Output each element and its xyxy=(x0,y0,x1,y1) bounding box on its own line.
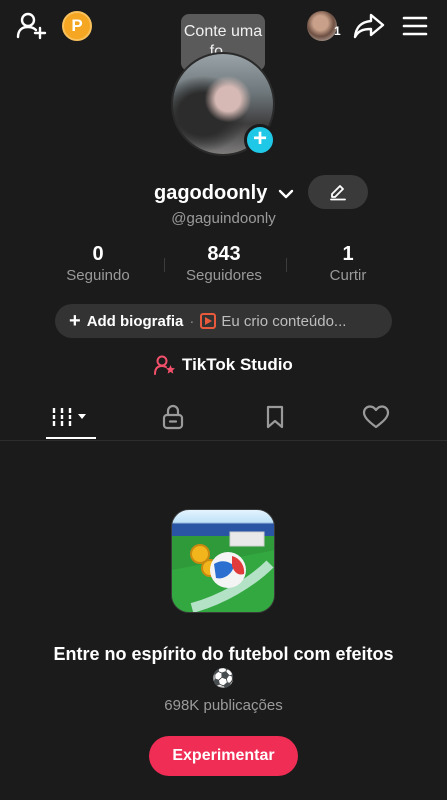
bookmark-icon xyxy=(266,405,284,429)
bio-separator: · xyxy=(189,312,195,330)
tab-liked[interactable] xyxy=(346,398,406,436)
promo-effect-image[interactable] xyxy=(171,509,275,613)
username: @gaguindoonly xyxy=(171,210,276,227)
creator-category-label[interactable]: Eu crio conteúdo... xyxy=(221,313,346,330)
edit-profile-button[interactable] xyxy=(308,175,368,209)
stat-likes[interactable]: 1 Curtir xyxy=(288,243,408,284)
active-tab-indicator xyxy=(46,437,96,439)
stat-followers[interactable]: 843 Seguidores xyxy=(164,243,284,284)
tab-private[interactable] xyxy=(143,398,203,436)
pencil-icon xyxy=(330,185,346,201)
promo-title: Entre no espírito do futebol com efeitos… xyxy=(53,644,394,688)
share-icon[interactable] xyxy=(352,10,386,42)
try-effect-button[interactable]: Experimentar xyxy=(149,736,298,776)
avatar-add-button[interactable]: + xyxy=(244,124,276,156)
chevron-down-icon[interactable] xyxy=(277,186,295,202)
likes-count: 1 xyxy=(342,243,354,265)
studio-icon xyxy=(154,355,175,375)
following-count: 0 xyxy=(92,243,104,265)
stat-divider xyxy=(286,258,287,272)
stat-following[interactable]: 0 Seguindo xyxy=(38,243,158,284)
plus-icon: + xyxy=(69,310,81,332)
heart-icon xyxy=(362,405,390,429)
add-bio-label[interactable]: Add biografia xyxy=(87,313,184,330)
display-name[interactable]: gagodoonly xyxy=(154,182,267,205)
tiktok-studio-link[interactable]: TikTok Studio xyxy=(154,355,293,375)
following-label: Seguindo xyxy=(66,267,130,284)
tab-saved[interactable] xyxy=(245,398,305,436)
likes-label: Curtir xyxy=(329,267,367,284)
tab-divider xyxy=(0,440,447,441)
story-count-badge: 1 xyxy=(334,24,341,38)
coin-icon[interactable]: P xyxy=(62,11,92,41)
play-icon xyxy=(200,313,217,329)
lock-icon xyxy=(162,404,184,430)
add-friend-icon[interactable] xyxy=(14,10,50,42)
studio-label: TikTok Studio xyxy=(182,355,293,374)
story-avatar[interactable] xyxy=(307,11,337,41)
followers-count: 843 xyxy=(207,243,241,265)
bio-pill[interactable]: + Add biografia · Eu crio conteúdo... xyxy=(55,304,392,338)
followers-label: Seguidores xyxy=(186,267,262,284)
tab-videos[interactable] xyxy=(41,398,101,436)
menu-icon[interactable] xyxy=(400,12,430,40)
promo-post-count: 698K publicações xyxy=(164,697,283,714)
grid-icon xyxy=(51,408,86,426)
